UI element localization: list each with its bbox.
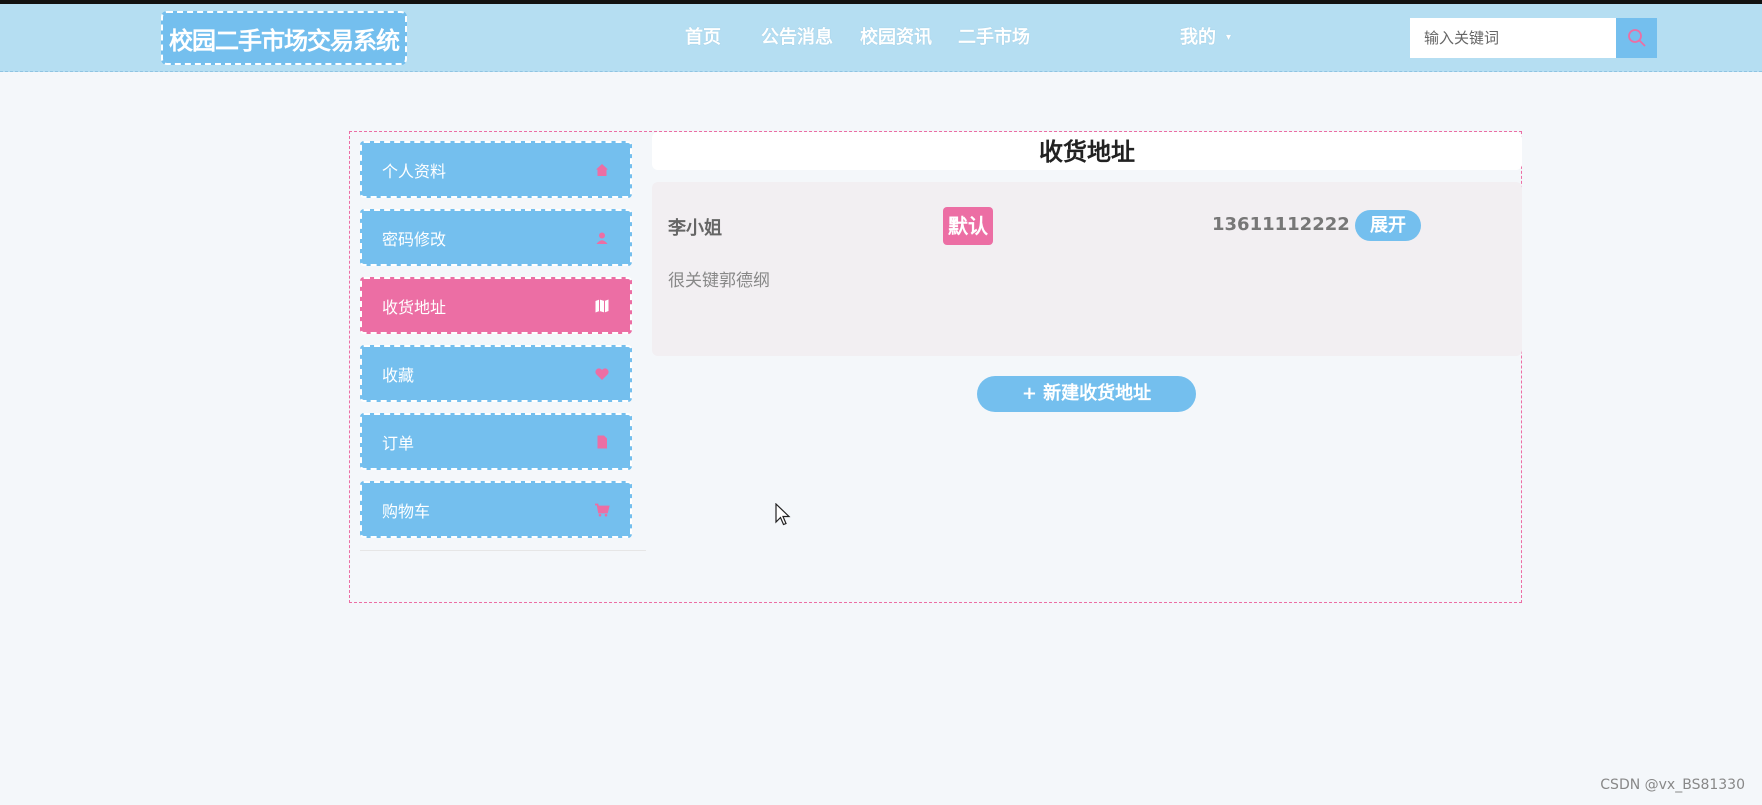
caret-down-icon: ▾ — [1226, 32, 1232, 43]
add-address-button[interactable]: + 新建收货地址 — [977, 376, 1196, 412]
default-badge: 默认 — [943, 207, 993, 245]
sidebar-item-favorites[interactable]: 收藏 — [360, 345, 632, 402]
nav-home[interactable]: 首页 — [685, 4, 721, 72]
search-button[interactable] — [1616, 18, 1657, 58]
nav-my-menu[interactable]: 我的 ▾ — [1180, 4, 1231, 72]
sidebar-item-orders[interactable]: 订单 — [360, 413, 632, 470]
home-icon — [596, 163, 608, 176]
expand-button[interactable]: 展开 — [1355, 210, 1421, 241]
nav-campus-news[interactable]: 校园资讯 — [860, 4, 932, 72]
address-phone: 13611112222 — [1212, 214, 1350, 235]
sidebar-item-label: 个人资料 — [382, 161, 447, 181]
sidebar-item-label: 收货地址 — [382, 297, 447, 317]
search-input[interactable] — [1410, 18, 1616, 58]
cart-icon — [595, 503, 610, 516]
sidebar-item-label: 密码修改 — [382, 229, 447, 249]
top-header: 校园二手市场交易系统 首页 公告消息 校园资讯 二手市场 我的 ▾ — [0, 4, 1762, 72]
search-icon — [1627, 29, 1646, 47]
sidebar-item-profile[interactable]: 个人资料 — [360, 141, 632, 198]
page-title: 收货地址 — [652, 132, 1522, 170]
sidebar-item-label: 订单 — [382, 433, 415, 453]
address-recipient-name: 李小姐 — [668, 218, 722, 239]
watermark: CSDN @vx_BS81330 — [1600, 777, 1745, 793]
sidebar-item-label: 购物车 — [382, 501, 431, 521]
address-detail: 很关键郭德纲 — [668, 271, 770, 291]
map-icon — [595, 299, 609, 312]
heart-icon — [595, 367, 609, 380]
site-brand[interactable]: 校园二手市场交易系统 — [161, 11, 407, 65]
nav-announcements[interactable]: 公告消息 — [761, 4, 833, 72]
nav-my-label: 我的 — [1180, 27, 1216, 48]
file-icon — [597, 435, 607, 448]
sidebar-item-password[interactable]: 密码修改 — [360, 209, 632, 266]
mouse-cursor-icon — [775, 503, 791, 526]
address-card: 李小姐 默认 13611112222 展开 很关键郭德纲 — [652, 182, 1522, 356]
user-icon — [596, 232, 608, 244]
sidebar-item-label: 收藏 — [382, 365, 415, 385]
sidebar-item-address[interactable]: 收货地址 — [360, 277, 632, 334]
sidebar-item-cart[interactable]: 购物车 — [360, 481, 632, 538]
nav-second-hand-market[interactable]: 二手市场 — [958, 4, 1030, 72]
sidebar-divider — [360, 550, 646, 551]
